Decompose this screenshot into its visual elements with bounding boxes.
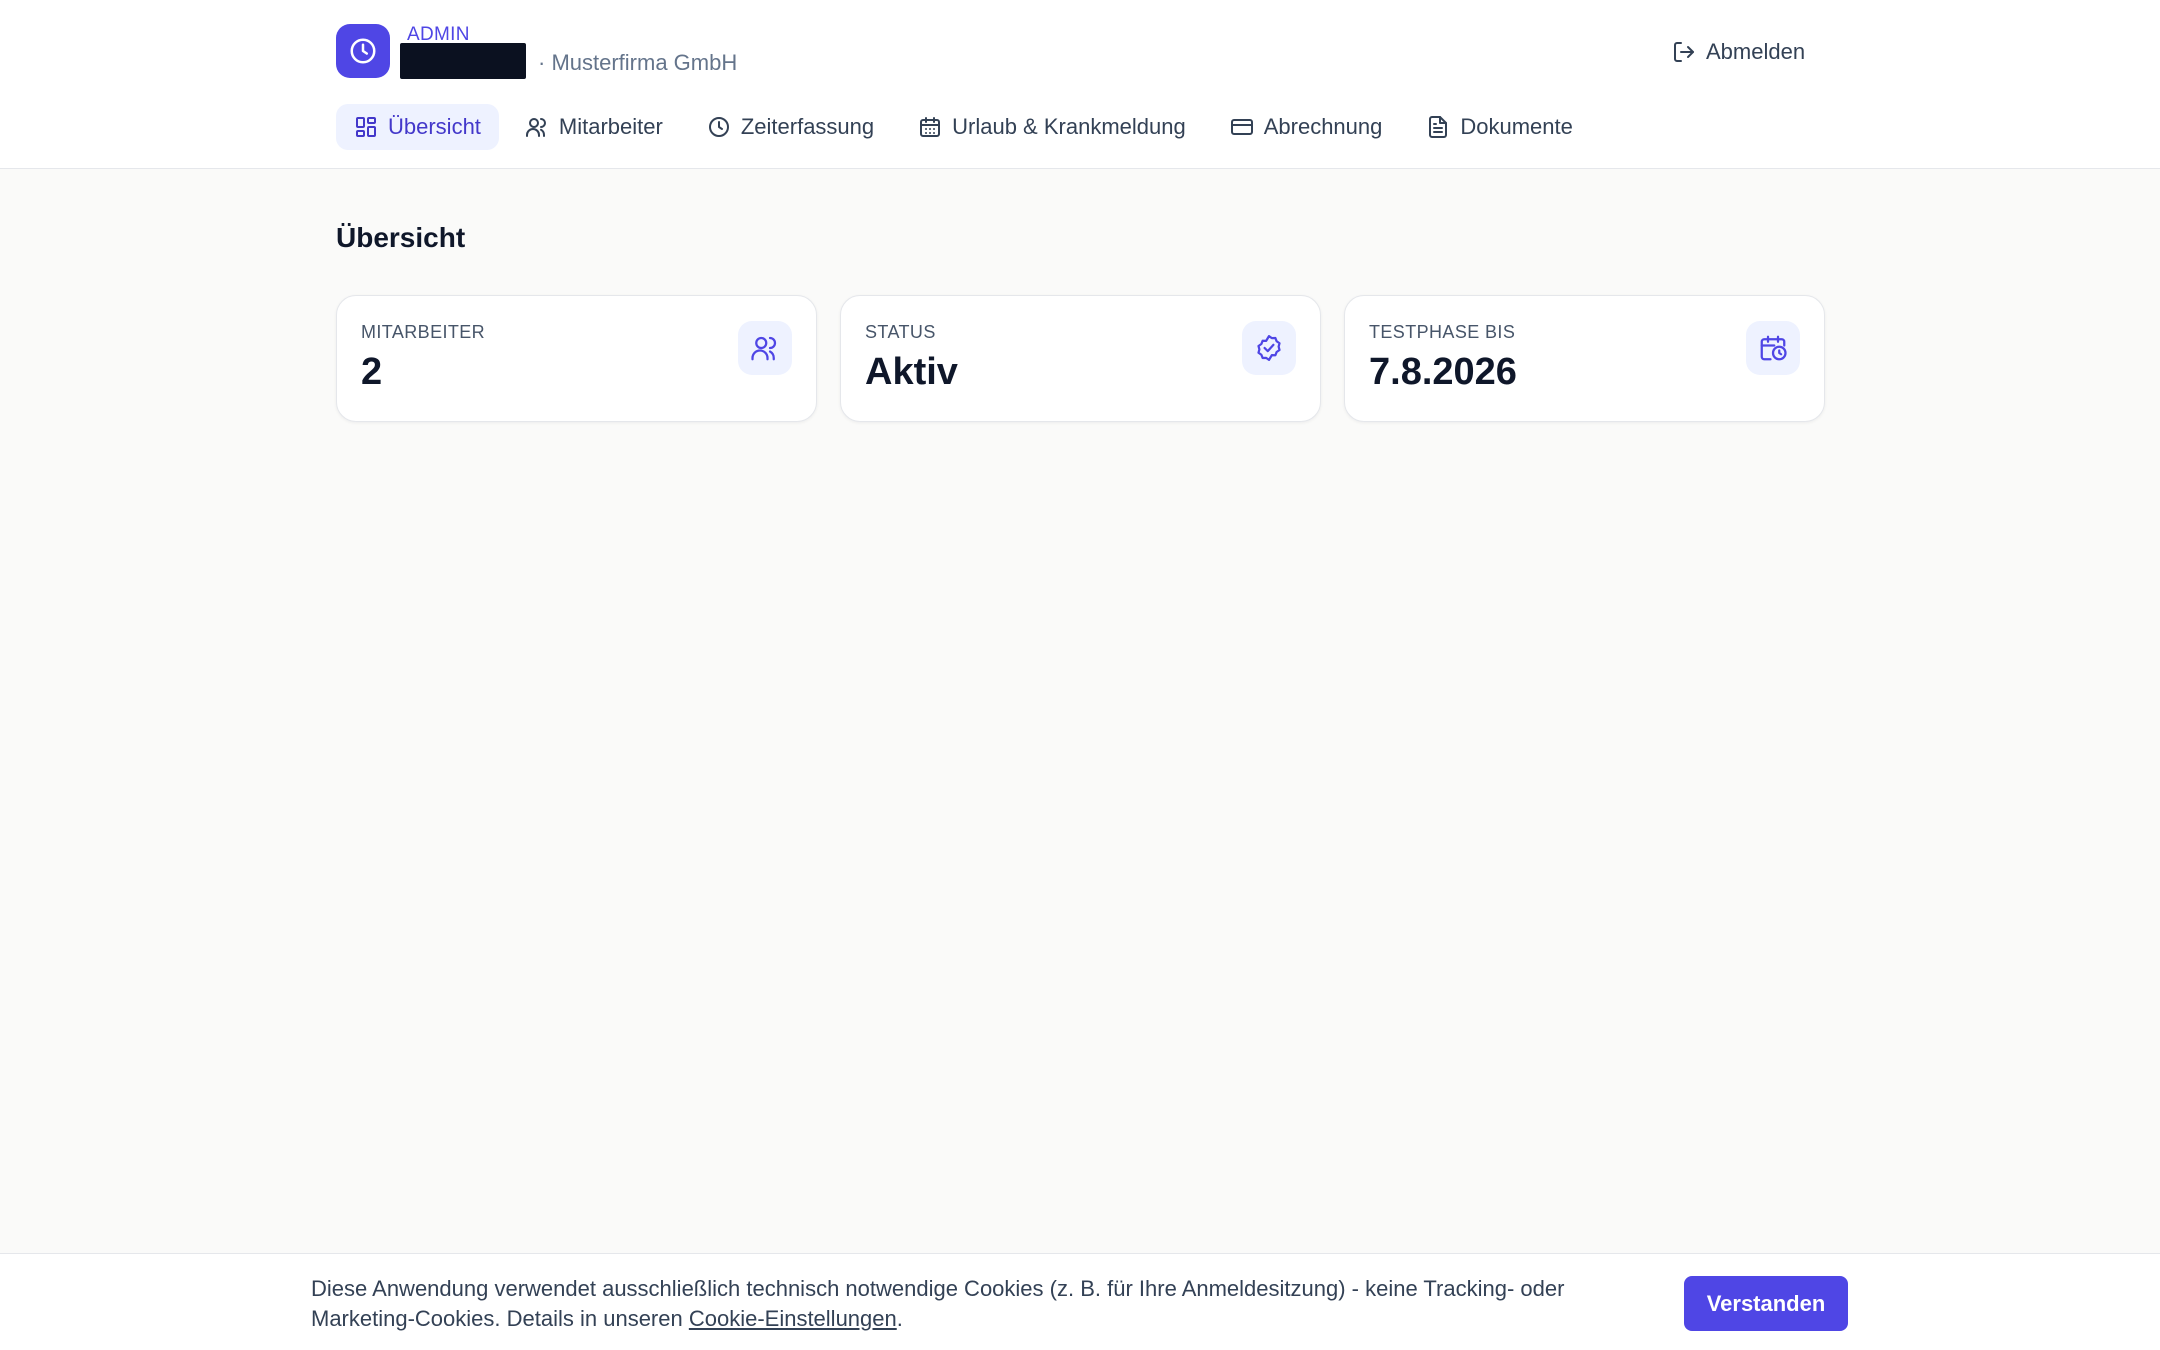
stat-card-label: TESTPHASE BIS xyxy=(1369,322,1516,342)
stat-card-value: 7.8.2026 xyxy=(1369,351,1517,393)
nav-label: Übersicht xyxy=(388,114,481,139)
cookie-notice-text: Diese Anwendung verwendet ausschließlich… xyxy=(311,1274,1671,1334)
stat-card-label: STATUS xyxy=(865,322,936,342)
stat-card-testphase: TESTPHASE BIS 7.8.2026 xyxy=(1344,295,1825,422)
nav-item-zeiterfassung[interactable]: Zeiterfassung xyxy=(689,104,892,150)
calendar-clock-icon xyxy=(1746,321,1800,375)
page-title: Übersicht xyxy=(336,222,466,253)
nav-label: Urlaub & Krankmeldung xyxy=(952,114,1186,139)
app-logo[interactable] xyxy=(336,24,390,78)
stat-card-mitarbeiter: MITARBEITER 2 xyxy=(336,295,817,422)
nav-item-urlaub[interactable]: Urlaub & Krankmeldung xyxy=(900,104,1204,150)
top-header: ADMIN · Musterfirma GmbH Abmelden Übersi… xyxy=(0,0,2160,169)
nav-item-uebersicht[interactable]: Übersicht xyxy=(336,104,499,150)
nav-item-dokumente[interactable]: Dokumente xyxy=(1408,104,1591,150)
document-icon xyxy=(1429,116,1448,138)
stat-card-label: MITARBEITER xyxy=(361,322,486,342)
logout-icon xyxy=(1674,42,1694,62)
logout-label: Abmelden xyxy=(1706,39,1806,64)
company-name: · Musterfirma GmbH xyxy=(538,50,738,75)
accept-cookies-button[interactable]: Verstanden xyxy=(1684,1276,1848,1331)
nav-item-mitarbeiter[interactable]: Mitarbeiter xyxy=(507,104,681,150)
nav-label: Abrechnung xyxy=(1263,114,1383,139)
cookie-banner: Diese Anwendung verwendet ausschließlich… xyxy=(0,1253,2160,1350)
clock-icon xyxy=(350,38,376,64)
cookie-settings-link[interactable]: Cookie-Einstellungen xyxy=(689,1306,897,1331)
logout-button[interactable]: Abmelden xyxy=(1672,34,1805,70)
calendar-icon xyxy=(920,117,941,137)
credit-card-icon xyxy=(1230,119,1253,135)
cookie-notice-body: Diese Anwendung verwendet ausschließlich… xyxy=(311,1276,1565,1331)
badge-check-icon xyxy=(1242,321,1296,375)
nav-label: Dokumente xyxy=(1460,114,1573,139)
nav-label: Mitarbeiter xyxy=(558,114,663,139)
stat-card-value: 2 xyxy=(361,351,383,393)
cookie-notice-end: . xyxy=(896,1306,903,1331)
nav-item-abrechnung[interactable]: Abrechnung xyxy=(1212,104,1401,150)
nav-label: Zeiterfassung xyxy=(740,114,875,139)
stat-card-status: STATUS Aktiv xyxy=(840,295,1321,422)
users-icon xyxy=(525,118,546,137)
clock-icon xyxy=(708,117,729,137)
stat-card-value: Aktiv xyxy=(865,351,958,393)
redacted-user-name xyxy=(400,43,526,79)
users-icon xyxy=(738,321,792,375)
dashboard-icon xyxy=(356,117,376,137)
main-nav: Übersicht Mitarbeiter Zeiterfassung Urla… xyxy=(336,104,1599,150)
